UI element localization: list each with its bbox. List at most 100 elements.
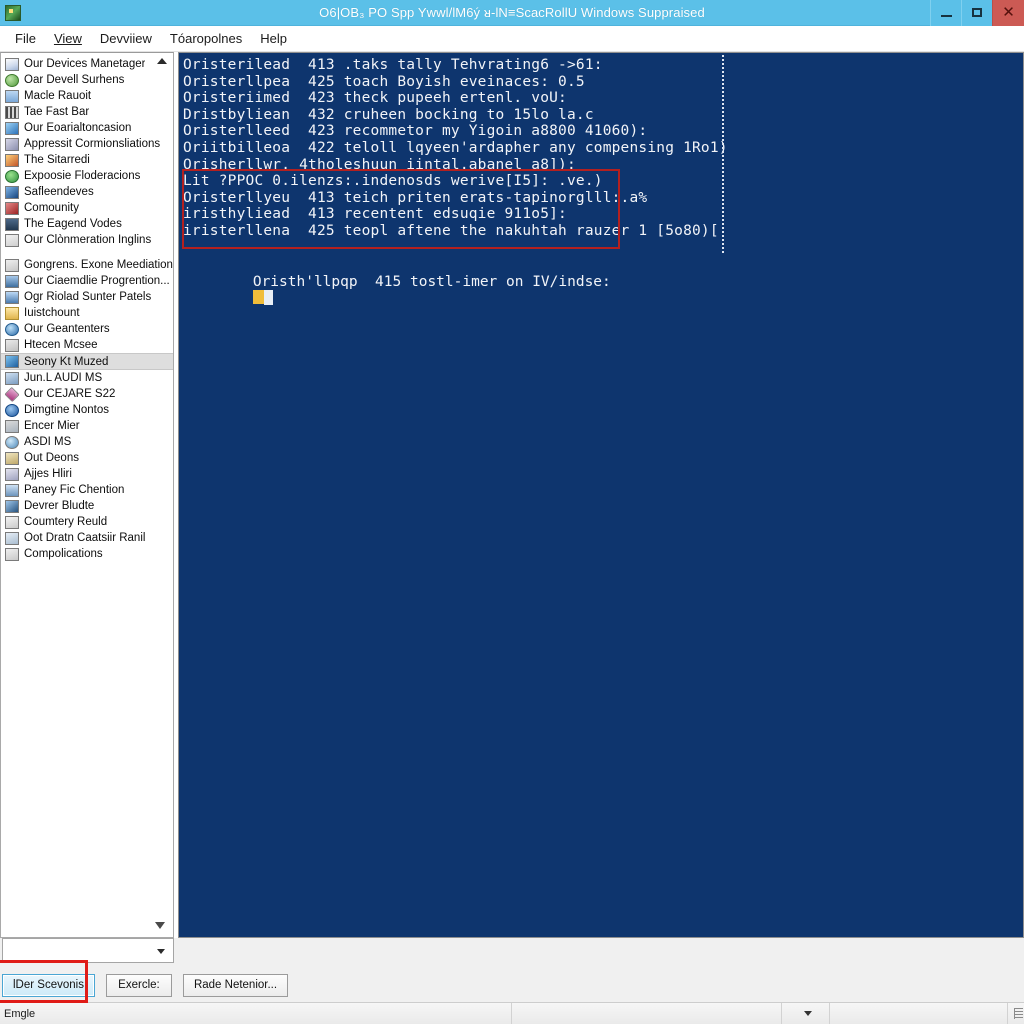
console-line-6: Orisherllwr. 4tholeshuun iintal.abanel a… <box>183 156 576 173</box>
device-tree-panel[interactable]: Our Devices Manetager Oar Devell Surhens M… <box>0 52 174 938</box>
menu-item-help[interactable]: Help <box>251 28 296 49</box>
tree-scroll-down-icon[interactable] <box>155 922 165 929</box>
console-column-guide <box>722 55 724 255</box>
console-line-0: Oristerilead 413 .taks tally Tehvrating6… <box>183 57 603 73</box>
minimize-button[interactable] <box>930 0 961 26</box>
console-text: Oristerilead 413 .taks tally Tehvrating6… <box>179 53 1023 937</box>
tree-item-label: Compolications <box>24 548 103 560</box>
tree-item-4[interactable]: Our Eoarialtoncasion <box>1 120 173 136</box>
grey-box-icon <box>5 467 19 481</box>
scan-devices-button[interactable]: lDer Scevonis <box>2 973 95 997</box>
tree-item-28[interactable]: Coumtery Reuld <box>1 514 173 530</box>
tree-item-5[interactable]: Appressit Cormionsliations <box>1 136 173 152</box>
tree-item-0[interactable]: Our Devices Manetager <box>1 56 173 72</box>
tree-item-18[interactable]: Seony Kt Muzed <box>1 353 173 370</box>
console-output-panel[interactable]: Oristerilead 413 .taks tally Tehvrating6… <box>178 52 1024 938</box>
tree-item-24[interactable]: Out Deons <box>1 450 173 466</box>
read-detail-button[interactable]: Rade Netenior... <box>182 973 289 997</box>
execute-button[interactable]: Exercle: <box>105 973 172 997</box>
console-line-7: Lit ?PPOC 0.ilenzs:.indenosds werive[I5]… <box>183 173 603 190</box>
tree-item-29[interactable]: Oot Dratn Caatsiir Ranil <box>1 530 173 546</box>
tree-item-label: Devrer Bludte <box>24 500 95 512</box>
tree-item-label: Our Ciaemdlie Progrention... <box>24 275 170 287</box>
tree-item-20[interactable]: Our CEJARE S22 <box>1 386 173 402</box>
tree-item-8[interactable]: Safleendeves <box>1 184 173 200</box>
title-bar[interactable]: O6|OB₃ PO Spp Ywwl/lM6ý ᴚ-lN≡ScacRollU W… <box>0 0 1024 26</box>
tree-item-10[interactable]: The Eagend Vodes <box>1 216 173 232</box>
maximize-button[interactable] <box>961 0 992 26</box>
console-line-5: Oriitbilleoa 422 teloll lqyeen'ardapher … <box>183 139 728 156</box>
device-tree[interactable]: Our Devices Manetager Oar Devell Surhens M… <box>1 53 173 562</box>
tree-item-9[interactable]: Comounity <box>1 200 173 216</box>
tree-item-27[interactable]: Devrer Bludte <box>1 498 173 514</box>
display-icon <box>5 217 19 231</box>
badge-icon <box>5 355 19 368</box>
tree-item-21[interactable]: Dimgtine Nontos <box>1 402 173 418</box>
tree-item-11[interactable]: Our Clònmeration Inglins <box>1 232 173 248</box>
tree-item-label: Our Eoarialtoncasion <box>24 122 132 134</box>
menu-item-file[interactable]: File <box>6 28 45 49</box>
tree-group-spacer <box>1 248 173 257</box>
window-icon <box>5 419 19 433</box>
resize-grip-icon[interactable] <box>1008 1003 1024 1024</box>
tree-item-22[interactable]: Encer Mier <box>1 418 173 434</box>
status-dropdown-icon[interactable] <box>782 1002 830 1024</box>
tree-item-label: Our Devices Manetager <box>24 58 146 70</box>
globe-small-icon <box>5 322 19 336</box>
tree-item-30[interactable]: Compolications <box>1 546 173 562</box>
tan-box-icon <box>5 451 19 465</box>
action-button-row: lDer Scevonis Exercle: Rade Netenior... <box>0 960 1024 1003</box>
tree-item-label: Jun.L AUDI MS <box>24 372 103 384</box>
list-icon <box>5 547 19 561</box>
window-controls: ✕ <box>930 0 1024 26</box>
console-line-8: Oristerllyeu 413 teich priten erats-tapi… <box>183 189 648 206</box>
tree-item-3[interactable]: Tae Fast Bar <box>1 104 173 120</box>
tree-item-16[interactable]: Our Geantenters <box>1 321 173 337</box>
close-button[interactable]: ✕ <box>992 0 1024 26</box>
tree-item-label: Oar Devell Surhens <box>24 74 125 86</box>
menu-item-view[interactable]: View <box>45 28 91 49</box>
tree-item-2[interactable]: Macle Rauoit <box>1 88 173 104</box>
image-icon <box>5 153 19 167</box>
monitor-icon <box>5 89 19 103</box>
panel-icon <box>5 483 19 497</box>
keyboard-icon <box>5 105 19 119</box>
drive-icon <box>5 531 19 545</box>
status-message: Emgle <box>0 1002 512 1024</box>
main-content: Our Devices Manetager Oar Devell Surhens M… <box>0 52 1024 938</box>
tree-item-6[interactable]: The Sitarredi <box>1 152 173 168</box>
tree-item-15[interactable]: Iuistchount <box>1 305 173 321</box>
tree-item-23[interactable]: ASDI MS <box>1 434 173 450</box>
tree-item-label: The Eagend Vodes <box>24 218 122 230</box>
network-icon <box>5 201 19 215</box>
tree-item-17[interactable]: Htecen Mcsee <box>1 337 173 353</box>
tree-item-13[interactable]: Our Ciaemdlie Progrention... <box>1 273 173 289</box>
tree-item-label: Macle Rauoit <box>24 90 92 102</box>
tree-item-12[interactable]: Gongrens. Exone Meediation <box>1 257 173 273</box>
menu-item-tools[interactable]: Tóaropolnes <box>161 28 251 49</box>
tree-item-label: Safleendeves <box>24 186 94 198</box>
console-line-3: Dristbyliean 432 cruheen bocking to 15lo… <box>183 106 594 123</box>
tree-item-label: Paney Fic Chention <box>24 484 125 496</box>
computer-icon <box>5 57 19 71</box>
tree-item-label: Iuistchount <box>24 307 80 319</box>
tree-item-label: ASDI MS <box>24 436 72 448</box>
tree-item-19[interactable]: Jun.L AUDI MS <box>1 370 173 386</box>
tree-item-label: Htecen Mcsee <box>24 339 98 351</box>
tree-item-7[interactable]: Expoosie Floderacions <box>1 168 173 184</box>
menu-item-devview[interactable]: Devviiew <box>91 28 161 49</box>
tree-item-1[interactable]: Oar Devell Surhens <box>1 72 173 88</box>
device-icon <box>5 499 19 513</box>
tree-item-26[interactable]: Paney Fic Chention <box>1 482 173 498</box>
tree-item-25[interactable]: Ajjes Hliri <box>1 466 173 482</box>
chevron-down-icon[interactable] <box>157 949 165 954</box>
tree-scroll-up-icon[interactable] <box>157 58 167 64</box>
filter-combobox[interactable] <box>2 938 174 963</box>
screen-icon <box>5 290 19 304</box>
tree-item-label: Dimgtine Nontos <box>24 404 110 416</box>
tree-item-label: Our Clònmeration Inglins <box>24 234 152 246</box>
tree-item-14[interactable]: Ogr Riolad Sunter Patels <box>1 289 173 305</box>
bottom-controls: lDer Scevonis Exercle: Rade Netenior... <box>0 938 1024 1003</box>
printer-icon <box>5 515 19 529</box>
document-icon <box>5 233 19 247</box>
